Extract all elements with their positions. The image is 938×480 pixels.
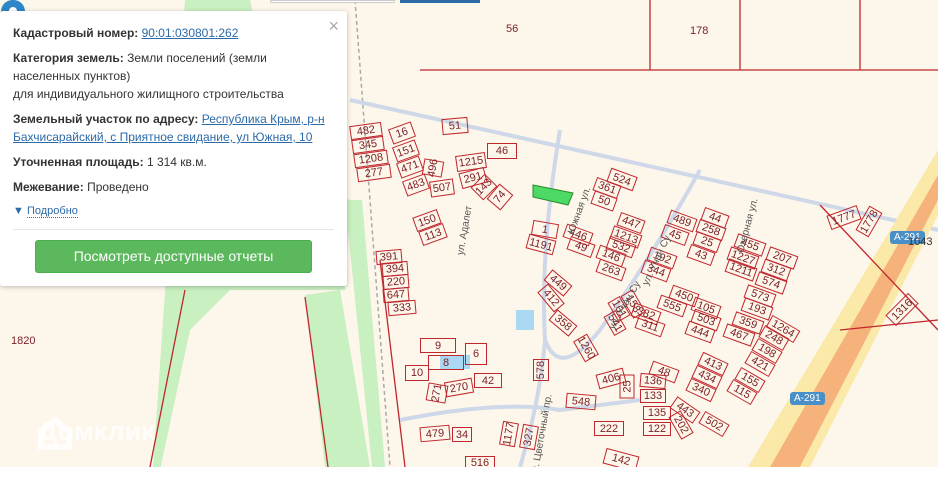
parcel-51[interactable]: 51	[441, 116, 469, 136]
parcel-496[interactable]: 496	[421, 158, 445, 178]
survey-row: Межевание: Проведено	[13, 178, 334, 196]
address-label: Земельный участок по адресу:	[13, 112, 199, 126]
view-reports-button[interactable]: Посмотреть доступные отчеты	[35, 240, 312, 273]
domclick-watermark: Домклик	[38, 416, 155, 450]
address-row: Земельный участок по адресу: Республика …	[13, 110, 334, 146]
parcel-42[interactable]: 42	[474, 373, 502, 388]
parcel-label: 56	[506, 23, 519, 35]
parcel-479[interactable]: 479	[419, 424, 451, 443]
parcel-333[interactable]: 333	[387, 299, 417, 317]
area-value: 1 314 кв.м.	[146, 155, 207, 169]
street-line	[399, 398, 641, 422]
address-link[interactable]: Бахчисарайский, с Приятное свидание, ул …	[13, 130, 312, 144]
area-row: Уточненная площадь: 1 314 кв.м.	[13, 153, 334, 171]
category-value: населенных пунктов)	[13, 69, 131, 83]
cadastral-link[interactable]: 90:01:030801:262	[142, 26, 239, 40]
parcel-25[interactable]: 25	[619, 374, 635, 399]
parcel-46[interactable]: 46	[487, 143, 517, 159]
survey-value: Проведено	[87, 180, 149, 194]
parcel-34[interactable]: 34	[452, 427, 472, 442]
parcel-578[interactable]: 578	[533, 359, 549, 381]
search-button[interactable]	[400, 0, 480, 3]
details-label: Подробно	[26, 205, 78, 218]
house-logo-icon	[38, 416, 72, 450]
parcel-info-popup: × Кадастровый номер: 90:01:030801:262 Ка…	[0, 11, 347, 286]
parcel-548[interactable]: 548	[565, 392, 597, 411]
parcel-label: 1820	[11, 335, 36, 347]
parcel-122[interactable]: 122	[643, 422, 671, 436]
parcel-516[interactable]: 516	[465, 456, 495, 467]
parcel-8[interactable]: 8	[428, 355, 464, 370]
divider	[13, 229, 334, 230]
address-link[interactable]: Республика Крым, р-н	[202, 112, 325, 126]
parcel-133[interactable]: 133	[640, 389, 666, 403]
pond	[516, 310, 534, 330]
parcel-10[interactable]: 10	[405, 365, 429, 381]
survey-label: Межевание:	[13, 180, 84, 194]
category-row: Категория земель: Земли поселений (земли…	[13, 49, 334, 103]
parcel-label: 178	[690, 25, 709, 37]
road-badge: A-291	[790, 392, 825, 405]
triangle-down-icon: ▼	[13, 205, 24, 217]
parcel-9[interactable]: 9	[420, 338, 456, 353]
road-number: 1043	[908, 236, 933, 248]
cadastral-label: Кадастровый номер:	[13, 26, 139, 40]
category-purpose: для индивидуального жилищного строительс…	[13, 87, 284, 101]
parcel-507[interactable]: 507	[429, 178, 455, 198]
close-icon[interactable]: ×	[328, 17, 339, 35]
category-label: Категория земель:	[13, 51, 124, 65]
parcel-135[interactable]: 135	[643, 406, 671, 420]
parcel-6[interactable]: 6	[465, 343, 487, 365]
parcel-222[interactable]: 222	[594, 421, 624, 436]
parcel-271[interactable]: 271	[425, 382, 449, 404]
area-label: Уточненная площадь:	[13, 155, 144, 169]
search-field[interactable]	[270, 0, 395, 3]
category-value: Земли поселений (земли	[127, 51, 267, 65]
parcel-136[interactable]: 136	[639, 372, 667, 390]
cadastral-row: Кадастровый номер: 90:01:030801:262	[13, 24, 334, 42]
details-toggle[interactable]: ▼ Подробно	[13, 202, 334, 220]
